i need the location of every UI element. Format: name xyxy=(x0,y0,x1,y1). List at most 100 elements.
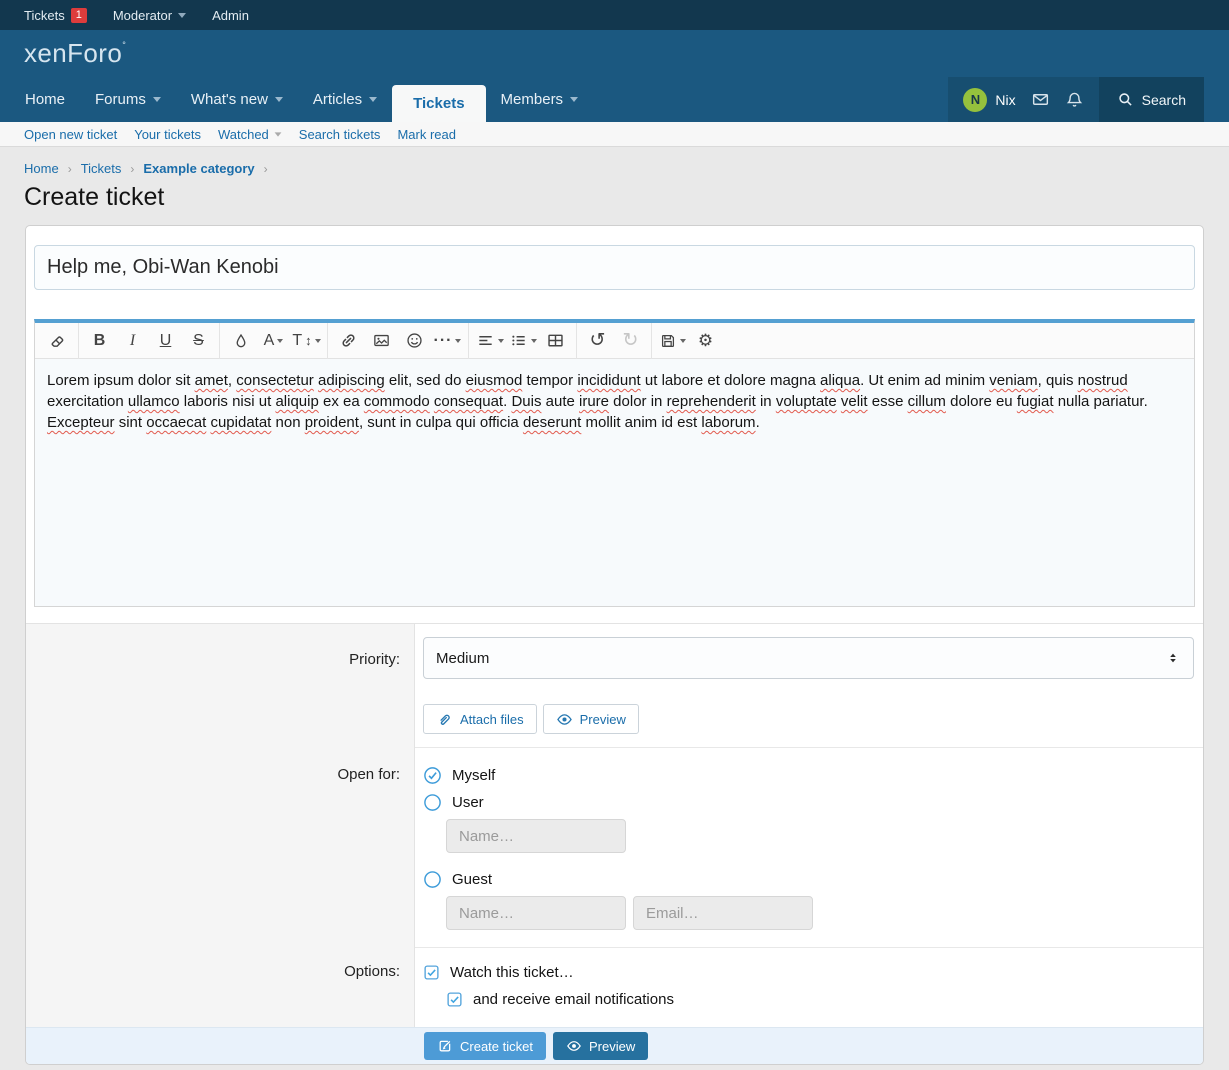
radio-guest[interactable]: Guest xyxy=(423,870,1194,888)
conversations-button[interactable] xyxy=(1031,90,1050,109)
preview-submit-button[interactable]: Preview xyxy=(553,1032,648,1060)
alignment-button[interactable] xyxy=(473,323,506,359)
radio-unchecked-icon xyxy=(423,793,442,812)
eraser-icon xyxy=(48,331,67,350)
chevron-down-icon xyxy=(369,97,377,102)
editor-actions: Attach files Preview xyxy=(423,704,1194,747)
search-button[interactable]: Search xyxy=(1099,77,1204,122)
topbar-tickets-label: Tickets xyxy=(24,8,65,23)
list-button[interactable] xyxy=(506,323,539,359)
smiley-icon xyxy=(405,331,424,350)
main-nav: Home Forums What's new Articles Tickets … xyxy=(0,77,1229,122)
radio-myself[interactable]: Myself xyxy=(423,766,1194,784)
create-ticket-button[interactable]: Create ticket xyxy=(424,1032,546,1060)
card-top: B I U S A T↕ ··· ↺ ↻ xyxy=(26,226,1203,607)
subnav-your-tickets[interactable]: Your tickets xyxy=(134,127,201,142)
subnav-search-tickets[interactable]: Search tickets xyxy=(299,127,381,142)
chevron-right-icon: › xyxy=(130,162,134,176)
preview-button[interactable]: Preview xyxy=(543,704,639,734)
radio-unchecked-icon xyxy=(423,870,442,889)
align-left-icon xyxy=(476,331,495,350)
chevron-down-icon xyxy=(680,339,686,343)
user-name-input[interactable] xyxy=(446,819,626,853)
italic-button[interactable]: I xyxy=(116,323,149,359)
priority-label: Priority: xyxy=(26,624,415,747)
topbar-moderator-menu[interactable]: Moderator xyxy=(113,8,186,23)
chevron-down-icon xyxy=(153,97,161,102)
nav-forums[interactable]: Forums xyxy=(80,77,176,122)
chevron-down-icon xyxy=(178,13,186,18)
priority-select[interactable]: Medium xyxy=(423,637,1194,679)
subnav-watched[interactable]: Watched xyxy=(218,127,282,142)
topbar-tickets-link[interactable]: Tickets 1 xyxy=(24,8,87,23)
nav-home[interactable]: Home xyxy=(10,77,80,122)
undo-button[interactable]: ↺ xyxy=(581,323,614,359)
editor-toolbar: B I U S A T↕ ··· ↺ ↻ xyxy=(35,323,1194,359)
admin-toolbar: Tickets 1 Moderator Admin xyxy=(0,0,1229,30)
page-title: Create ticket xyxy=(24,183,1205,212)
font-size-button[interactable]: T↕ xyxy=(290,323,323,359)
toolbar-divider xyxy=(327,323,328,359)
subnav-open-new-ticket[interactable]: Open new ticket xyxy=(24,127,117,142)
tickets-count-badge: 1 xyxy=(71,8,87,23)
breadcrumb: Home › Tickets › Example category › xyxy=(24,161,1205,176)
radio-user[interactable]: User xyxy=(423,793,1194,811)
chevron-right-icon: › xyxy=(68,162,72,176)
toolbar-divider xyxy=(576,323,577,359)
text-color-button[interactable] xyxy=(224,323,257,359)
chevron-down-icon xyxy=(455,339,461,343)
nav-tickets-active[interactable]: Tickets xyxy=(392,85,485,122)
bold-button[interactable]: B xyxy=(83,323,116,359)
guest-email-input[interactable] xyxy=(633,896,813,930)
insert-table-button[interactable] xyxy=(539,323,572,359)
nav-articles[interactable]: Articles xyxy=(298,77,392,122)
rich-text-editor: B I U S A T↕ ··· ↺ ↻ xyxy=(34,319,1195,607)
strikethrough-button[interactable]: S xyxy=(182,323,215,359)
smilies-button[interactable] xyxy=(398,323,431,359)
breadcrumb-home[interactable]: Home xyxy=(24,161,59,176)
xenforo-logo[interactable]: xenForo° xyxy=(24,38,126,69)
checkbox-checked-icon xyxy=(423,964,440,981)
breadcrumb-example-category[interactable]: Example category xyxy=(143,161,254,176)
guest-inputs xyxy=(446,896,1194,930)
chevron-down-icon xyxy=(498,339,504,343)
toolbar-divider xyxy=(78,323,79,359)
editor-settings-button[interactable]: ⚙ xyxy=(689,323,722,359)
chevron-down-icon xyxy=(275,97,283,102)
list-icon xyxy=(509,331,528,350)
alerts-button[interactable] xyxy=(1065,90,1084,109)
topbar-admin-label: Admin xyxy=(212,8,249,23)
checkbox-checked-icon xyxy=(446,991,463,1008)
subnav-mark-read[interactable]: Mark read xyxy=(397,127,456,142)
font-family-button[interactable]: A xyxy=(257,323,290,359)
insert-link-button[interactable] xyxy=(332,323,365,359)
floppy-disk-icon xyxy=(659,332,677,350)
topbar-admin-link[interactable]: Admin xyxy=(212,8,249,23)
chevron-down-icon xyxy=(570,97,578,102)
submit-row: Create ticket Preview xyxy=(26,1027,1203,1064)
toolbar-divider xyxy=(651,323,652,359)
guest-name-input[interactable] xyxy=(446,896,626,930)
drafts-button[interactable] xyxy=(656,323,689,359)
table-icon xyxy=(546,331,565,350)
paperclip-icon xyxy=(436,711,453,728)
nav-whats-new[interactable]: What's new xyxy=(176,77,298,122)
attach-files-button[interactable]: Attach files xyxy=(423,704,537,734)
open-for-row: Open for: Myself User Guest xyxy=(26,747,1203,947)
watch-ticket-checkbox[interactable]: Watch this ticket… xyxy=(423,963,1194,981)
underline-button[interactable]: U xyxy=(149,323,182,359)
select-arrows-icon xyxy=(1165,650,1181,666)
redo-button[interactable]: ↻ xyxy=(614,323,647,359)
nav-members[interactable]: Members xyxy=(486,77,594,122)
account-menu[interactable]: N Nix xyxy=(963,88,1015,112)
ticket-title-input[interactable] xyxy=(34,245,1195,290)
email-notifications-checkbox[interactable]: and receive email notifications xyxy=(446,990,1194,1008)
breadcrumb-tickets[interactable]: Tickets xyxy=(81,161,122,176)
editor-body[interactable]: Lorem ipsum dolor sit amet, consectetur … xyxy=(35,359,1194,606)
toolbar-divider xyxy=(468,323,469,359)
insert-image-button[interactable] xyxy=(365,323,398,359)
remove-format-button[interactable] xyxy=(41,323,74,359)
user-panel: N Nix xyxy=(948,77,1098,122)
image-icon xyxy=(372,331,391,350)
more-options-button[interactable]: ··· xyxy=(431,323,464,359)
